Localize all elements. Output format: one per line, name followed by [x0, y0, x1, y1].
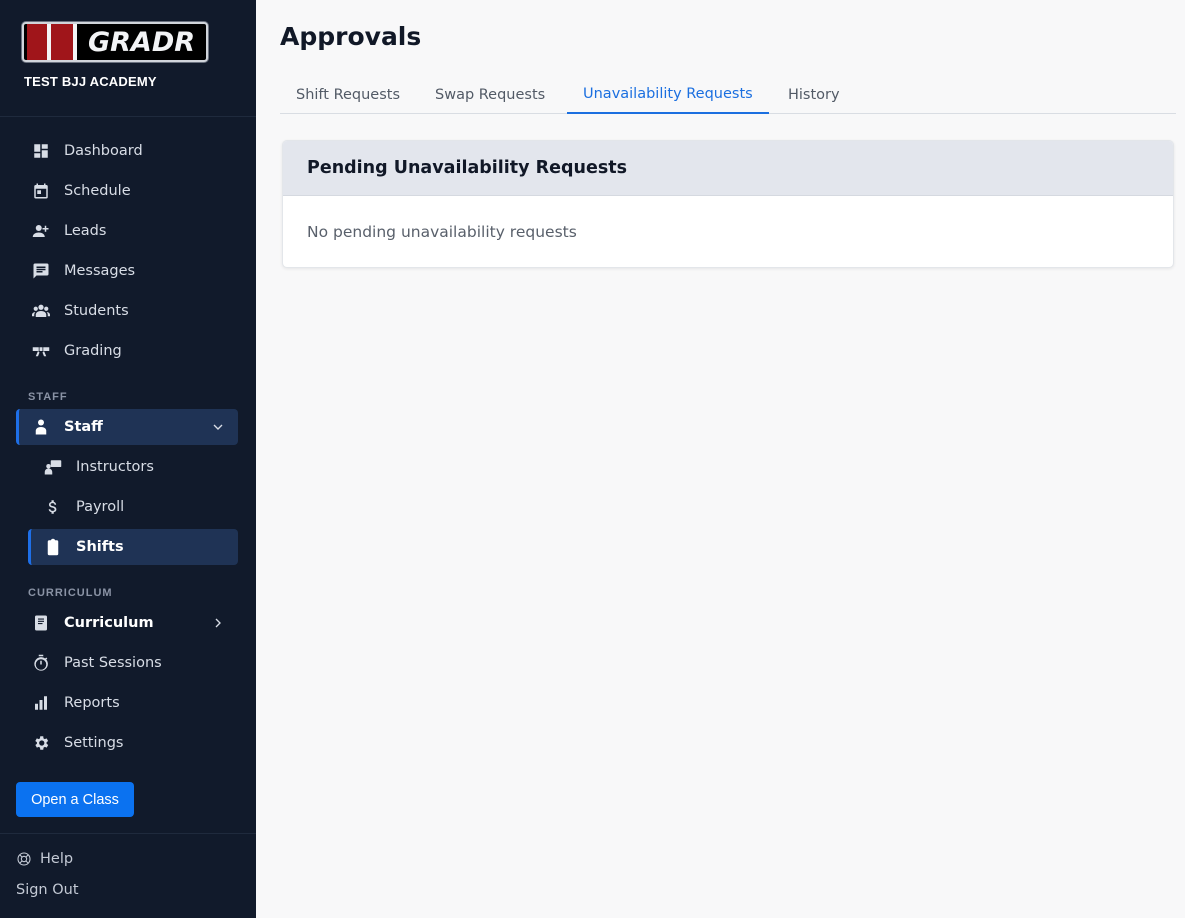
instructor-icon: [44, 458, 62, 476]
bar-chart-icon: [32, 694, 50, 712]
sidebar-item-label: Schedule: [64, 183, 131, 199]
sidebar-item-label: Instructors: [76, 459, 154, 475]
sidebar-item-label: Past Sessions: [64, 655, 162, 671]
dollar-icon: [44, 498, 62, 516]
section-label-staff: STAFF: [28, 391, 68, 403]
timer-icon: [32, 654, 50, 672]
logo-text: GRADR: [87, 26, 196, 58]
sidebar-item-label: Settings: [64, 735, 124, 751]
sidebar-item-shifts[interactable]: Shifts: [28, 529, 238, 565]
sidebar-item-label: Payroll: [76, 499, 125, 515]
sidebar-footer-divider: [0, 833, 256, 834]
sidebar-divider: [0, 116, 256, 117]
sidebar-item-label: Grading: [64, 343, 122, 359]
sidebar-item-label: Curriculum: [64, 615, 154, 631]
gradr-logo[interactable]: GRADR: [22, 22, 208, 62]
sidebar-item-label: Shifts: [76, 539, 124, 555]
sidebar-item-past-sessions[interactable]: Past Sessions: [16, 645, 238, 681]
empty-state-text: No pending unavailability requests: [307, 223, 577, 241]
person-add-icon: [32, 222, 50, 240]
page-title: Approvals: [280, 22, 422, 51]
tab-shift-requests[interactable]: Shift Requests: [280, 76, 416, 114]
chevron-down-icon[interactable]: [210, 419, 226, 435]
sidebar-item-label: Staff: [64, 419, 103, 435]
sidebar-item-curriculum[interactable]: Curriculum: [16, 605, 238, 641]
card-title: Pending Unavailability Requests: [283, 141, 1173, 196]
sidebar-item-label: Students: [64, 303, 129, 319]
clipboard-icon: [44, 538, 62, 556]
chevron-right-icon[interactable]: [210, 615, 226, 631]
book-icon: [32, 614, 50, 632]
lifebuoy-icon: [17, 852, 31, 866]
belt-icon: [32, 342, 50, 360]
dashboard-icon: [32, 142, 50, 160]
chat-icon: [32, 262, 50, 280]
sidebar-item-payroll[interactable]: Payroll: [28, 489, 238, 525]
sidebar-item-schedule[interactable]: Schedule: [16, 173, 238, 209]
sidebar-item-leads[interactable]: Leads: [16, 213, 238, 249]
help-link[interactable]: Help: [16, 851, 73, 867]
logo-bars: [24, 24, 77, 60]
sidebar-item-dashboard[interactable]: Dashboard: [16, 133, 238, 169]
sidebar-item-settings[interactable]: Settings: [16, 725, 238, 761]
help-label: Help: [40, 851, 74, 867]
gear-icon: [32, 734, 50, 752]
brand-logo[interactable]: GRADR: [22, 22, 208, 62]
sign-out-link[interactable]: Sign Out: [16, 882, 79, 898]
sidebar-item-label: Messages: [64, 263, 136, 279]
open-class-button[interactable]: Open a Class: [16, 782, 134, 817]
sidebar-item-label: Dashboard: [64, 143, 143, 159]
tab-swap-requests[interactable]: Swap Requests: [419, 76, 561, 114]
approval-tabs: Shift Requests Swap Requests Unavailabil…: [280, 76, 1176, 114]
tab-history[interactable]: History: [772, 76, 856, 114]
group-icon: [32, 302, 50, 320]
sidebar-item-staff[interactable]: Staff: [16, 409, 238, 445]
sidebar-item-label: Leads: [64, 223, 107, 239]
sidebar-item-grading[interactable]: Grading: [16, 333, 238, 369]
section-label-curriculum: CURRICULUM: [28, 587, 113, 599]
calendar-icon: [32, 182, 50, 200]
sidebar-item-reports[interactable]: Reports: [16, 685, 238, 721]
sidebar-item-messages[interactable]: Messages: [16, 253, 238, 289]
person-icon: [32, 418, 50, 436]
sidebar-item-students[interactable]: Students: [16, 293, 238, 329]
sign-out-label: Sign Out: [16, 882, 79, 898]
academy-name: TEST BJJ ACADEMY: [24, 74, 157, 89]
tab-unavailability-requests[interactable]: Unavailability Requests: [567, 76, 769, 114]
sidebar: GRADR TEST BJJ ACADEMY Dashboard Schedul…: [0, 0, 256, 918]
sidebar-item-instructors[interactable]: Instructors: [28, 449, 238, 485]
pending-requests-card: Pending Unavailability Requests No pendi…: [282, 140, 1174, 268]
sidebar-item-label: Reports: [64, 695, 120, 711]
